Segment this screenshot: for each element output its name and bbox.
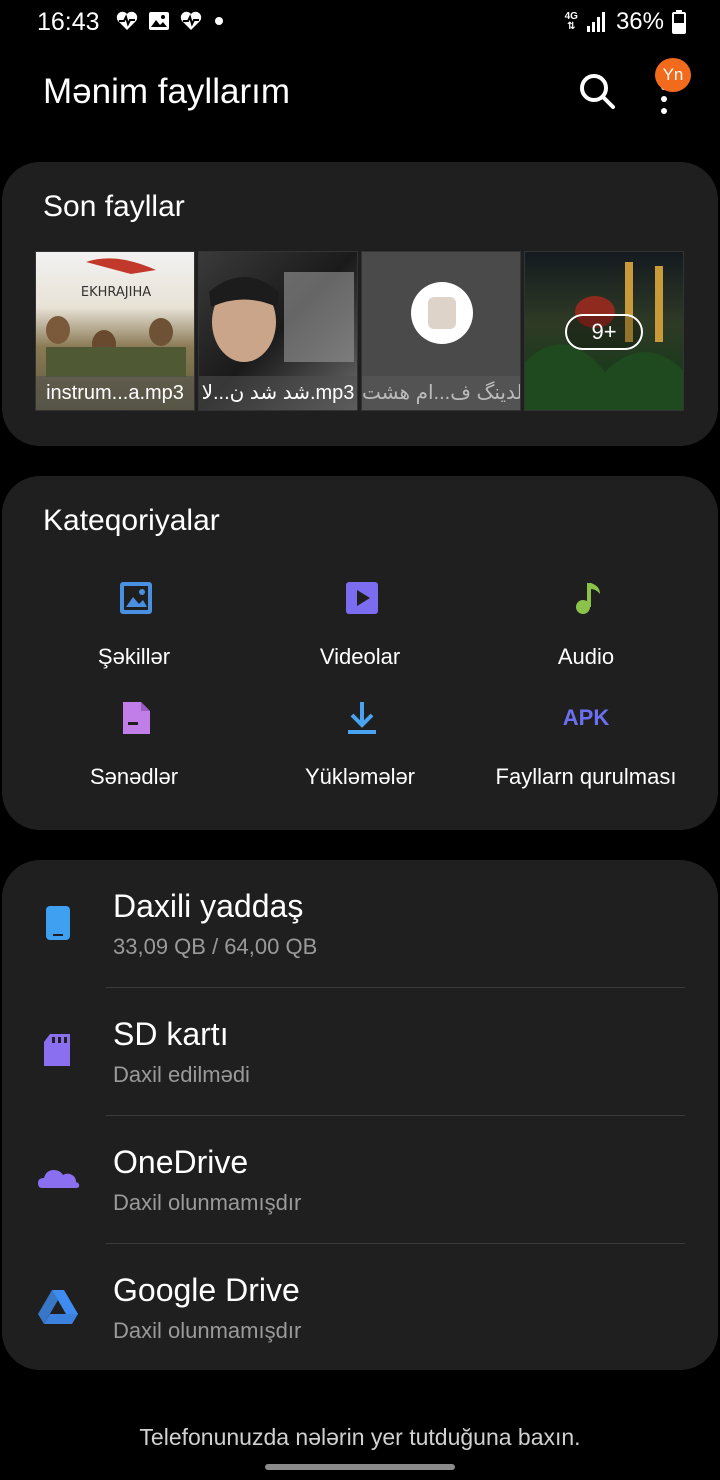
more-dot-icon: [661, 96, 667, 102]
recent-files-card: Son fayllar EKHRAJIHA instrum...a.mp3 شد…: [2, 162, 718, 446]
signal-icon: [586, 12, 605, 32]
app-bar: Mənim fayllarım: [0, 60, 720, 126]
category-label: Audio: [557, 644, 615, 669]
recent-file-thumb[interactable]: علدینگ ف...ام هشت: [361, 251, 521, 411]
categories-title: Kateqoriyalar: [43, 504, 220, 537]
svg-text:EKHRAJIHA: EKHRAJIHA: [81, 285, 151, 300]
storage-subtitle: Daxil olunmamışdır: [113, 1318, 302, 1343]
recent-file-label: instrum...a.mp3: [36, 376, 194, 410]
recent-file-thumb[interactable]: EKHRAJIHA instrum...a.mp3: [35, 251, 195, 411]
recent-files-title: Son fayllar: [43, 190, 185, 223]
recent-file-thumb[interactable]: 9+: [524, 251, 684, 411]
category-label: Yükləmələr: [304, 764, 416, 789]
category-images[interactable]: Şəkillər: [21, 576, 247, 676]
category-installation-files[interactable]: APK Fayllarn qurulması: [473, 696, 699, 796]
video-icon: [346, 582, 378, 614]
network-type: 4G ⇅: [564, 11, 578, 32]
categories-card: Kateqoriyalar Şəkillər Videolar Audio Sə…: [2, 476, 718, 830]
storage-title: OneDrive: [113, 1144, 249, 1180]
heart-pulse-icon: [180, 11, 202, 30]
status-right: 4G ⇅ 36%: [565, 8, 686, 36]
dot-icon: [215, 17, 223, 25]
storage-title: SD kartı: [113, 1016, 229, 1052]
category-label: Videolar: [319, 644, 401, 669]
storage-subtitle: Daxil edilmədi: [113, 1062, 250, 1087]
category-label: Fayllarn qurulması: [495, 764, 677, 789]
storage-internal[interactable]: Daxili yaddaş 33,09 QB / 64,00 QB: [2, 860, 718, 988]
status-time: 16:43: [37, 8, 100, 36]
recent-file-label: علدینگ ف...ام هشت: [362, 376, 520, 410]
apk-icon: APK: [562, 705, 610, 730]
heart-pulse-icon: [116, 11, 138, 30]
gallery-icon: [149, 12, 169, 30]
document-icon: [411, 282, 473, 344]
more-dot-icon: [661, 108, 667, 114]
storage-card: Daxili yaddaş 33,09 QB / 64,00 QB SD kar…: [2, 860, 718, 1370]
document-icon: [123, 702, 150, 734]
status-bar: 16:43 4G ⇅ 36%: [0, 0, 720, 44]
category-label: Şəkillər: [97, 644, 171, 669]
home-indicator[interactable]: [265, 1464, 455, 1470]
search-icon: [580, 74, 615, 109]
download-icon: [348, 702, 376, 734]
category-videos[interactable]: Videolar: [247, 576, 473, 676]
battery-percent: 36%: [615, 8, 664, 35]
notification-icons: [116, 11, 226, 31]
image-icon: [120, 582, 152, 614]
sd-card-icon: [44, 1034, 70, 1066]
storage-title: Google Drive: [113, 1272, 300, 1308]
storage-google-drive[interactable]: Google Drive Daxil olunmamışdır: [2, 1244, 718, 1372]
more-recent-badge[interactable]: 9+: [565, 314, 643, 350]
storage-title: Daxili yaddaş: [113, 888, 304, 924]
category-documents[interactable]: Sənədlər: [21, 696, 247, 796]
storage-subtitle: 33,09 QB / 64,00 QB: [113, 934, 318, 959]
search-button[interactable]: [576, 70, 618, 112]
category-audio[interactable]: Audio: [473, 576, 699, 676]
phone-storage-icon: [46, 906, 70, 940]
google-drive-icon: [38, 1290, 78, 1324]
storage-onedrive[interactable]: OneDrive Daxil olunmamışdır: [2, 1116, 718, 1244]
category-label: Sənədlər: [89, 764, 179, 789]
page-title: Mənim fayllarım: [43, 72, 290, 111]
battery-icon: [672, 10, 686, 34]
category-downloads[interactable]: Yükləmələr: [247, 696, 473, 796]
recent-file-label: شد شد ن...لا.mp3: [199, 376, 357, 410]
recent-thumbnails: EKHRAJIHA instrum...a.mp3 شد شد ن...لا.m…: [35, 251, 684, 411]
music-note-icon: [576, 583, 600, 614]
recent-file-thumb[interactable]: شد شد ن...لا.mp3: [198, 251, 358, 411]
storage-analysis-link[interactable]: Telefonunuzda nələrin yer tutduğuna baxı…: [0, 1424, 720, 1451]
onedrive-icon: [38, 1170, 80, 1188]
account-badge[interactable]: Yn: [655, 58, 691, 92]
storage-sd-card[interactable]: SD kartı Daxil edilmədi: [2, 988, 718, 1116]
storage-subtitle: Daxil olunmamışdır: [113, 1190, 302, 1215]
